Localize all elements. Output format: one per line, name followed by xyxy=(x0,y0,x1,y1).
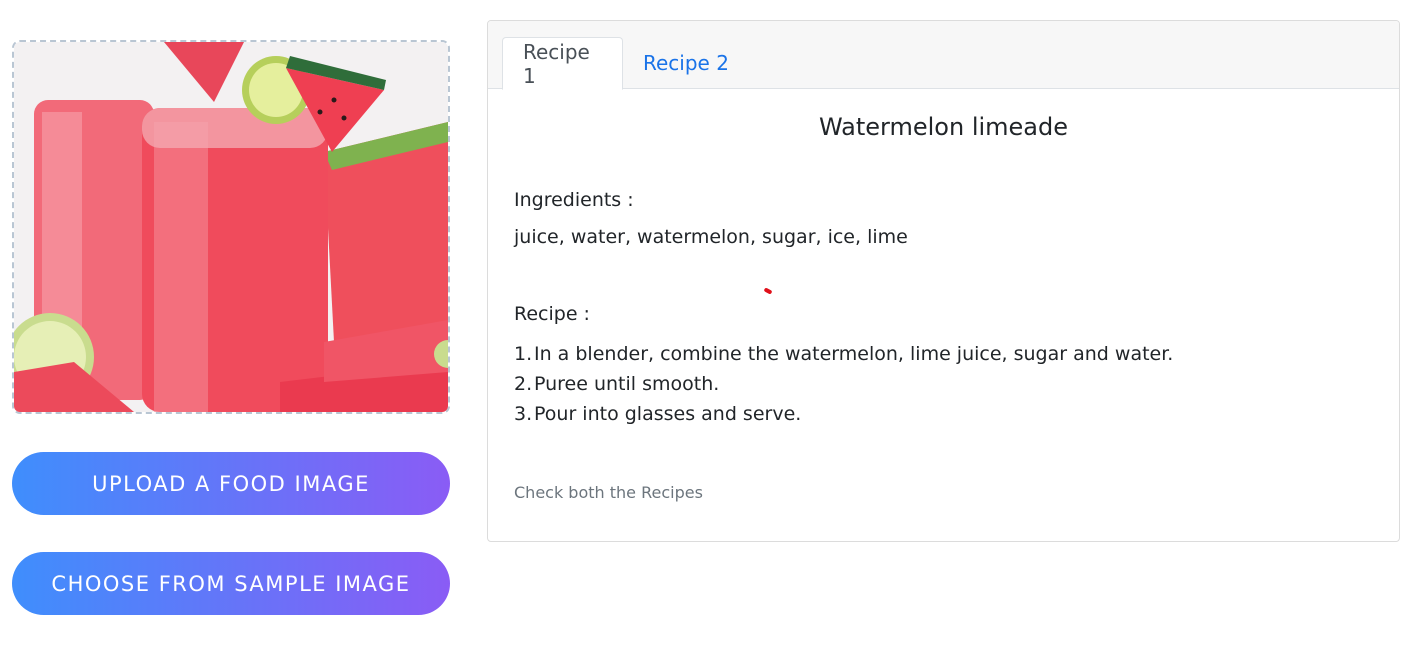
recipe-heading: Recipe : xyxy=(514,303,590,325)
step-text: Pour into glasses and serve. xyxy=(534,403,802,425)
list-item: 3. Pour into glasses and serve. xyxy=(514,399,1173,429)
food-image-preview xyxy=(12,40,450,414)
red-cursor-mark xyxy=(763,287,773,295)
recipe-card: Recipe 1 Recipe 2 Watermelon limeade Ing… xyxy=(487,20,1400,542)
step-number: 3. xyxy=(514,403,533,425)
step-number: 1. xyxy=(514,343,533,365)
recipe-title: Watermelon limeade xyxy=(818,113,1069,141)
watermelon-drink-image xyxy=(14,42,448,412)
tab-recipe-2[interactable]: Recipe 2 xyxy=(623,37,749,89)
tab-recipe-1[interactable]: Recipe 1 xyxy=(502,37,623,90)
step-number: 2. xyxy=(514,373,533,395)
footnote-text: Check both the Recipes xyxy=(514,483,703,502)
ingredients-list: juice, water, watermelon, sugar, ice, li… xyxy=(514,226,908,248)
choose-sample-image-button[interactable]: CHOOSE FROM SAMPLE IMAGE xyxy=(12,552,450,615)
step-text: In a blender, combine the watermelon, li… xyxy=(534,343,1174,365)
upload-food-image-button[interactable]: UPLOAD A FOOD IMAGE xyxy=(12,452,450,515)
ingredients-heading: Ingredients : xyxy=(514,189,634,211)
list-item: 1. In a blender, combine the watermelon,… xyxy=(514,339,1173,369)
recipe-tabs: Recipe 1 Recipe 2 xyxy=(488,21,1399,90)
step-text: Puree until smooth. xyxy=(534,373,720,395)
recipe-steps: 1. In a blender, combine the watermelon,… xyxy=(514,339,1173,429)
list-item: 2. Puree until smooth. xyxy=(514,369,1173,399)
